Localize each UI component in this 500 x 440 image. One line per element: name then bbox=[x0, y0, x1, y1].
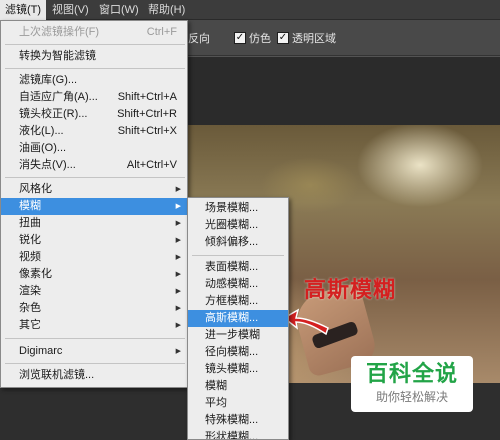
transparency-label: 透明区域 bbox=[292, 33, 336, 45]
menu-item-lens-correction[interactable]: 镜头校正(R)... Shift+Ctrl+R bbox=[1, 106, 187, 123]
menu-item-other[interactable]: 其它 ▶ bbox=[1, 317, 187, 334]
submenu-item-gaussian-blur[interactable]: 高斯模糊... bbox=[188, 310, 288, 327]
submenu-item-average[interactable]: 平均 bbox=[188, 395, 288, 412]
submenu-arrow-icon: ▶ bbox=[175, 203, 181, 210]
submenu-item-shape-blur[interactable]: 形状模糊... bbox=[188, 429, 288, 439]
menu-filter[interactable]: 滤镜(T) bbox=[0, 0, 47, 20]
menu-item-filter-gallery[interactable]: 滤镜库(G)... bbox=[1, 72, 187, 89]
dither-checkbox[interactable]: ✓ bbox=[234, 32, 246, 44]
menu-item-sharpen[interactable]: 锐化 ▶ bbox=[1, 232, 187, 249]
menu-view[interactable]: 视图(V) bbox=[47, 0, 94, 20]
watermark-subtitle: 助你轻松解决 bbox=[375, 390, 448, 404]
submenu-item-radial-blur[interactable]: 径向模糊... bbox=[188, 344, 288, 361]
submenu-arrow-icon: ▶ bbox=[175, 271, 181, 278]
submenu-item-lens-blur[interactable]: 镜头模糊... bbox=[188, 361, 288, 378]
menu-separator bbox=[5, 68, 185, 69]
blur-submenu: 场景模糊... 光圈模糊... 倾斜偏移... 表面模糊... 动感模糊... … bbox=[187, 197, 289, 440]
menu-item-pixelate[interactable]: 像素化 ▶ bbox=[1, 266, 187, 283]
checkmark-icon: ✓ bbox=[278, 32, 288, 43]
dither-label: 仿色 bbox=[249, 33, 271, 45]
menu-item-browse-online-filters[interactable]: 浏览联机滤镜... bbox=[1, 367, 187, 384]
submenu-arrow-icon: ▶ bbox=[175, 237, 181, 244]
submenu-arrow-icon: ▶ bbox=[175, 348, 181, 355]
submenu-arrow-icon: ▶ bbox=[175, 186, 181, 193]
menu-item-last-filter: 上次滤镜操作(F) Ctrl+F bbox=[19, 26, 177, 38]
submenu-arrow-icon: ▶ bbox=[175, 322, 181, 329]
red-arrow-icon bbox=[282, 308, 329, 336]
submenu-item-blur-more[interactable]: 进一步模糊 bbox=[188, 327, 288, 344]
submenu-item-field-blur[interactable]: 场景模糊... bbox=[188, 200, 288, 217]
submenu-arrow-icon: ▶ bbox=[175, 288, 181, 295]
reverse-label: 反向 bbox=[188, 33, 210, 45]
menu-item-convert-smart-filter[interactable]: 转换为智能滤镜 bbox=[1, 48, 187, 65]
submenu-arrow-icon: ▶ bbox=[175, 305, 181, 312]
dither-option[interactable]: ✓ 仿色 bbox=[234, 30, 271, 46]
submenu-item-surface-blur[interactable]: 表面模糊... bbox=[188, 259, 288, 276]
submenu-item-blur[interactable]: 模糊 bbox=[188, 378, 288, 395]
transparency-checkbox[interactable]: ✓ bbox=[277, 32, 289, 44]
reverse-option[interactable]: 反向 bbox=[188, 30, 210, 46]
menu-item-digimarc[interactable]: Digimarc ▶ bbox=[1, 343, 187, 360]
menu-item-adaptive-wide-angle[interactable]: 自适应广角(A)... Shift+Ctrl+A bbox=[1, 89, 187, 106]
menu-item-blur[interactable]: 模糊 ▶ bbox=[1, 198, 187, 215]
menu-separator bbox=[5, 44, 185, 45]
menu-item-stylize[interactable]: 风格化 ▶ bbox=[1, 181, 187, 198]
watermark-title: 百科全说 bbox=[365, 361, 458, 386]
menu-separator bbox=[5, 338, 185, 339]
transparency-option[interactable]: ✓ 透明区域 bbox=[277, 30, 336, 46]
watermark: 百科全说 助你轻松解决 bbox=[351, 356, 473, 412]
menu-separator bbox=[5, 177, 185, 178]
submenu-item-tilt-shift[interactable]: 倾斜偏移... bbox=[188, 234, 288, 251]
menu-item-liquify[interactable]: 液化(L)... Shift+Ctrl+X bbox=[1, 123, 187, 140]
menu-separator bbox=[5, 363, 185, 364]
menu-help[interactable]: 帮助(H) bbox=[143, 0, 190, 20]
submenu-item-motion-blur[interactable]: 动感模糊... bbox=[188, 276, 288, 293]
submenu-item-iris-blur[interactable]: 光圈模糊... bbox=[188, 217, 288, 234]
submenu-item-smart-blur[interactable]: 特殊模糊... bbox=[188, 412, 288, 429]
menu-item-noise[interactable]: 杂色 ▶ bbox=[1, 300, 187, 317]
menu-item-oil-paint[interactable]: 油画(O)... bbox=[1, 140, 187, 157]
menu-item-vanishing-point[interactable]: 消失点(V)... Alt+Ctrl+V bbox=[1, 157, 187, 174]
checkmark-icon: ✓ bbox=[235, 32, 245, 43]
submenu-item-box-blur[interactable]: 方框模糊... bbox=[188, 293, 288, 310]
menu-item-distort[interactable]: 扭曲 ▶ bbox=[1, 215, 187, 232]
menu-item-video[interactable]: 视频 ▶ bbox=[1, 249, 187, 266]
menu-item-render[interactable]: 渲染 ▶ bbox=[1, 283, 187, 300]
menu-bar: 滤镜(T) 视图(V) 窗口(W) 帮助(H) bbox=[0, 0, 500, 20]
submenu-arrow-icon: ▶ bbox=[175, 220, 181, 227]
submenu-separator bbox=[192, 255, 284, 256]
filter-dropdown-menu: 上次滤镜操作(F) Ctrl+F 转换为智能滤镜 滤镜库(G)... 自适应广角… bbox=[0, 20, 188, 388]
menu-window[interactable]: 窗口(W) bbox=[94, 0, 144, 20]
submenu-arrow-icon: ▶ bbox=[175, 254, 181, 261]
